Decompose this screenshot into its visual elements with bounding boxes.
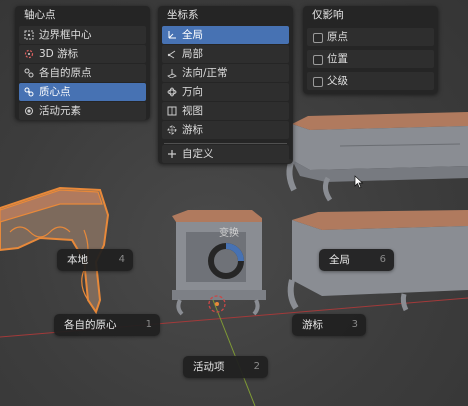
orientation-item-label: 视图 — [182, 105, 203, 117]
cursor-orientation-icon — [167, 125, 177, 135]
pivot-item-label: 质心点 — [39, 86, 71, 98]
checkbox-icon[interactable] — [313, 55, 323, 65]
orientation-add-label: 自定义 — [182, 148, 214, 160]
orientation-item-global[interactable]: 全局 — [162, 26, 289, 44]
affect-parents-checkbox[interactable]: 父级 — [307, 72, 434, 90]
pie-item-hotkey: 2 — [253, 361, 260, 372]
pie-item-hotkey: 6 — [379, 254, 386, 265]
local-axes-icon — [167, 50, 176, 59]
affect-locations-checkbox[interactable]: 位置 — [307, 50, 434, 68]
orientation-item-label: 万向 — [182, 86, 203, 98]
pivot-item-bounding-box-center[interactable]: 边界框中心 — [19, 26, 146, 44]
pie-item-label: 各自的原心 — [64, 319, 117, 331]
plus-icon — [168, 150, 176, 158]
pie-item-hotkey: 3 — [351, 319, 358, 330]
orientation-add-custom-button[interactable]: 自定义 — [162, 145, 289, 163]
orientation-item-label: 游标 — [182, 124, 203, 136]
orientation-item-label: 全局 — [182, 29, 203, 41]
affect-item-label: 原点 — [327, 31, 348, 43]
normal-icon — [167, 69, 177, 78]
gimbal-icon — [167, 87, 177, 97]
pie-menu-title: 变换 — [219, 228, 239, 239]
pie-item-label: 本地 — [67, 254, 88, 266]
bounding-box-center-icon — [24, 30, 34, 40]
3d-cursor-icon — [24, 49, 34, 59]
pie-item-hotkey: 1 — [145, 319, 152, 330]
pivot-item-3d-cursor[interactable]: 3D 游标 — [19, 45, 146, 63]
pivot-item-label: 各自的原点 — [39, 67, 92, 79]
transform-orientation-title: 坐标系 — [167, 9, 199, 21]
view-icon — [167, 106, 177, 116]
orientation-item-cursor[interactable]: 游标 — [162, 121, 289, 139]
global-axes-icon — [168, 31, 176, 39]
pivot-item-label: 活动元素 — [39, 105, 81, 117]
affect-only-title: 仅影响 — [312, 9, 344, 21]
orientation-item-label: 法向/正常 — [182, 67, 228, 79]
orientation-item-label: 局部 — [182, 48, 203, 60]
orientation-item-gimbal[interactable]: 万向 — [162, 83, 289, 101]
pivot-point-panel: 轴心点 边界框中心 3D 游标 各自的原点 质心点 活动元素 — [15, 6, 150, 120]
orientation-item-view[interactable]: 视图 — [162, 102, 289, 120]
pie-item-cursor[interactable]: 游标 3 — [292, 314, 366, 336]
pie-item-individual-origins[interactable]: 各自的原心 1 — [54, 314, 160, 336]
affect-only-panel: 仅影响 原点 位置 父级 — [303, 6, 438, 94]
orientation-separator — [164, 143, 287, 144]
pivot-item-active-element[interactable]: 活动元素 — [19, 102, 146, 120]
pivot-item-median-point[interactable]: 质心点 — [19, 83, 146, 101]
pie-item-active[interactable]: 活动项 2 — [183, 356, 268, 378]
transform-orientation-panel: 坐标系 全局 局部 法向/正常 万向 视图 游标 自定义 — [158, 6, 293, 164]
pie-item-hotkey: 4 — [118, 254, 125, 265]
checkbox-icon[interactable] — [313, 77, 323, 87]
pivot-item-label: 3D 游标 — [39, 48, 79, 60]
median-point-icon — [24, 87, 34, 97]
pie-item-label: 全局 — [329, 254, 350, 266]
pie-item-global[interactable]: 全局 6 — [319, 249, 394, 271]
mouse-pointer-icon — [354, 175, 364, 189]
affect-item-label: 位置 — [327, 53, 348, 65]
orientation-item-normal[interactable]: 法向/正常 — [162, 64, 289, 82]
pie-item-label: 活动项 — [193, 361, 225, 373]
coffee-table-right — [286, 112, 468, 202]
orientation-item-local[interactable]: 局部 — [162, 45, 289, 63]
individual-origins-icon — [24, 68, 34, 78]
affect-origins-checkbox[interactable]: 原点 — [307, 28, 434, 46]
affect-item-label: 父级 — [327, 75, 348, 87]
pivot-item-individual-origins[interactable]: 各自的原点 — [19, 64, 146, 82]
pivot-point-title: 轴心点 — [24, 9, 56, 21]
active-element-icon — [25, 107, 33, 115]
pivot-item-label: 边界框中心 — [39, 29, 92, 41]
pie-item-local[interactable]: 本地 4 — [57, 249, 133, 271]
3d-viewport[interactable]: 轴心点 边界框中心 3D 游标 各自的原点 质心点 活动元素 坐标系 全局 局部… — [0, 0, 468, 406]
pie-item-label: 游标 — [302, 319, 323, 331]
checkbox-icon[interactable] — [313, 33, 323, 43]
